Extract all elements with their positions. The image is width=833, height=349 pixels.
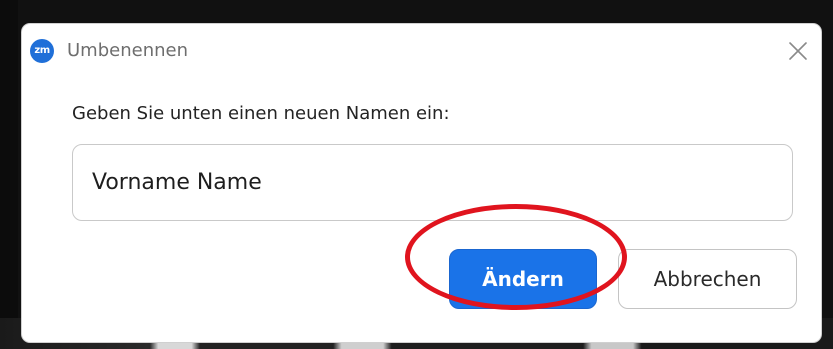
- name-input[interactable]: [72, 144, 793, 221]
- cancel-button[interactable]: Abbrechen: [618, 249, 797, 309]
- dialog-title: Umbenennen: [67, 40, 188, 61]
- close-button[interactable]: [783, 36, 813, 66]
- rename-prompt: Geben Sie unten einen neuen Namen ein:: [72, 103, 450, 124]
- background-left: [0, 0, 18, 349]
- close-icon: [789, 42, 807, 60]
- rename-dialog: zm Umbenennen Geben Sie unten einen neue…: [22, 24, 821, 342]
- title-bar: zm Umbenennen: [22, 24, 821, 80]
- change-button[interactable]: Ändern: [449, 249, 597, 309]
- zoom-app-icon: zm: [30, 39, 54, 63]
